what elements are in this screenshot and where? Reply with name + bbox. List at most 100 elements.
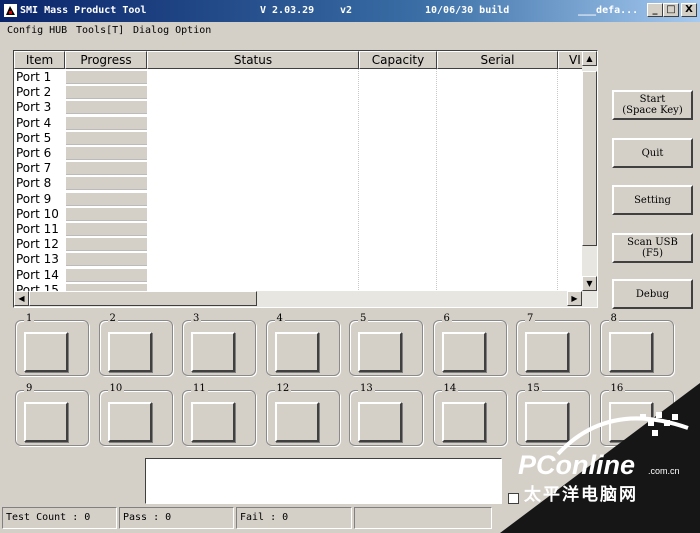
progress-cell	[66, 86, 147, 100]
debug-button[interactable]: Debug	[612, 279, 693, 309]
slot-status-indicator[interactable]	[274, 402, 319, 442]
app-icon	[4, 4, 17, 17]
port-slot: 11	[182, 383, 256, 446]
scroll-up-arrow-icon[interactable]: ▲	[582, 51, 597, 66]
slot-number: 1	[24, 313, 35, 324]
port-label: Port 1	[16, 70, 52, 84]
progress-cell	[66, 268, 147, 282]
port-label: Port 13	[16, 252, 59, 267]
port-label: Port 4	[16, 115, 52, 130]
fail-status: Fail : 0	[236, 507, 352, 529]
maximize-button[interactable]: □	[663, 3, 679, 17]
column-header-capacity[interactable]: Capacity	[359, 51, 437, 69]
slot-status-indicator[interactable]	[441, 332, 486, 372]
port-list[interactable]: Item Progress Status Capacity Serial VI …	[13, 50, 598, 308]
scroll-right-arrow-icon[interactable]: ▶	[567, 291, 582, 306]
slot-status-indicator[interactable]	[191, 332, 235, 372]
scroll-left-arrow-icon[interactable]: ◀	[14, 291, 29, 306]
build-date: 10/06/30 build	[425, 5, 510, 16]
slot-number: 13	[358, 383, 375, 394]
slot-number: 6	[441, 313, 452, 324]
slot-status-indicator[interactable]	[107, 332, 152, 372]
port-slot: 3	[182, 313, 256, 376]
slot-number: 4	[274, 313, 285, 324]
port-label: Port 11	[16, 222, 59, 236]
progress-cell	[66, 207, 147, 221]
watermark-chinese: 太平洋电脑网	[524, 485, 638, 504]
slot-status-indicator[interactable]	[441, 402, 486, 442]
column-header-status[interactable]: Status	[147, 51, 359, 69]
progress-cell	[66, 177, 147, 191]
port-label: Port 8	[16, 176, 52, 191]
port-slot: 12	[265, 383, 340, 446]
message-box	[145, 458, 502, 504]
port-slot: 8	[599, 313, 674, 376]
port-label: Port 5	[16, 130, 52, 145]
port-slot: 14	[432, 383, 507, 446]
column-header-serial[interactable]: Serial	[437, 51, 558, 69]
port-slot: 6	[432, 313, 507, 376]
progress-cell	[66, 101, 147, 115]
slot-number: 2	[107, 313, 118, 324]
progress-cell	[66, 223, 147, 236]
port-label: Port 12	[16, 237, 59, 252]
slot-number: 8	[608, 313, 619, 324]
port-slot: 9	[15, 383, 89, 446]
progress-cell	[66, 116, 147, 130]
minimize-button[interactable]: _	[647, 3, 663, 17]
progress-cell	[66, 253, 147, 267]
slot-status-indicator[interactable]	[525, 332, 569, 372]
slot-number: 14	[441, 383, 459, 394]
app-variant: v2	[340, 5, 353, 16]
port-slot: 13	[349, 383, 423, 446]
slot-status-indicator[interactable]	[358, 402, 402, 442]
port-label: Port 9	[16, 191, 52, 206]
menu-tools[interactable]: Tools[T]	[76, 25, 124, 36]
vertical-scroll-thumb[interactable]	[582, 71, 597, 246]
title-bar: SMI Mass Product Tool V 2.03.29 v2 10/06…	[0, 0, 700, 22]
port-slot: 4	[265, 313, 340, 376]
setting-button[interactable]: Setting	[612, 185, 693, 215]
watermark-domain: .com.cn	[648, 466, 680, 476]
column-divider	[436, 69, 437, 292]
port-label: Port 6	[16, 146, 52, 160]
port-label: Port 7	[16, 161, 52, 176]
pass-status: Pass : 0	[119, 507, 234, 529]
watermark-logo-icon	[556, 412, 689, 456]
slot-number: 3	[191, 313, 202, 324]
menu-config-hub[interactable]: Config HUB	[7, 25, 67, 36]
slot-status-indicator[interactable]	[191, 402, 235, 442]
slot-status-indicator[interactable]	[274, 332, 319, 372]
menu-dialog-option[interactable]: Dialog Option	[133, 25, 211, 36]
progress-cell	[66, 147, 147, 160]
column-header-item[interactable]: Item	[14, 51, 65, 69]
slot-status-indicator[interactable]	[107, 402, 152, 442]
slot-status-indicator[interactable]	[358, 332, 402, 372]
slot-status-indicator[interactable]	[24, 332, 68, 372]
port-label: Port 3	[16, 100, 52, 115]
port-label: Port 14	[16, 267, 59, 282]
port-label: Port 2	[16, 85, 52, 100]
horizontal-scroll-thumb[interactable]	[29, 291, 257, 306]
progress-cell	[66, 238, 147, 252]
quit-button[interactable]: Quit	[612, 138, 693, 168]
slot-number: 12	[274, 383, 292, 394]
menu-bar: Config HUB Tools[T] Dialog Option	[0, 22, 700, 40]
scroll-down-arrow-icon[interactable]: ▼	[582, 276, 597, 291]
slot-number: 5	[358, 313, 369, 324]
progress-cell	[66, 162, 147, 176]
close-button[interactable]: X	[681, 3, 697, 17]
start-button[interactable]: Start (Space Key)	[612, 90, 693, 120]
app-version: V 2.03.29	[260, 5, 315, 16]
slot-number: 11	[191, 383, 208, 394]
column-divider	[557, 69, 558, 292]
port-slot: 2	[98, 313, 173, 376]
scan-usb-button[interactable]: Scan USB (F5)	[612, 233, 693, 263]
port-slot: 1	[15, 313, 89, 376]
port-slot: 7	[516, 313, 590, 376]
port-slot: 10	[98, 383, 173, 446]
slot-status-indicator[interactable]	[608, 332, 653, 372]
slot-status-indicator[interactable]	[24, 402, 68, 442]
column-header-progress[interactable]: Progress	[65, 51, 147, 69]
port-label: Port 10	[16, 206, 59, 221]
